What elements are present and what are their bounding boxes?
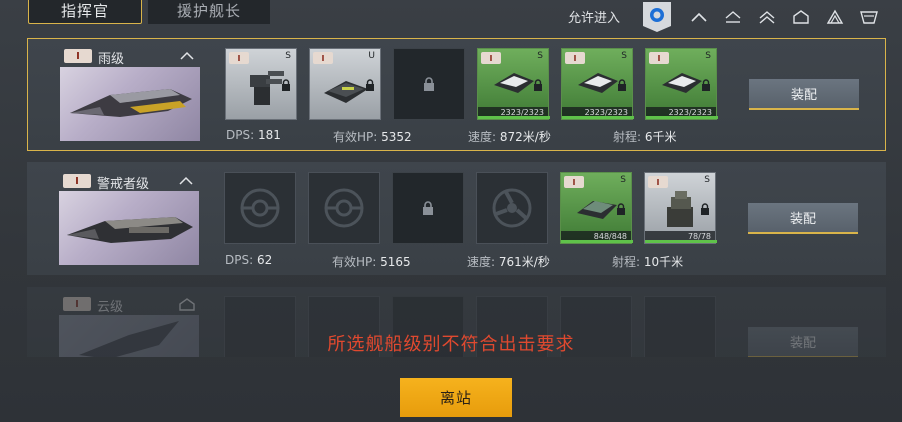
hp-bar: [561, 240, 633, 243]
equipment-slot[interactable]: I S 848/848: [560, 172, 633, 244]
empty-slot[interactable]: [476, 172, 548, 244]
aircraft-icon: [578, 73, 618, 93]
lock-icon: [423, 201, 433, 215]
class-battlecruiser-icon[interactable]: [791, 8, 811, 26]
lock-icon: [702, 79, 710, 91]
lock-icon: [424, 77, 434, 91]
lock-icon: [701, 203, 709, 215]
filter-badge[interactable]: [643, 2, 671, 32]
chevron-up-icon[interactable]: [180, 51, 194, 61]
hp-bar: [646, 116, 718, 119]
slot-grade: S: [537, 51, 543, 61]
tier-badge: I: [63, 174, 91, 188]
empty-weapon-slot-icon: [324, 188, 364, 228]
lock-icon: [282, 79, 290, 91]
class-destroyer-icon[interactable]: [723, 8, 743, 26]
equipment-slot[interactable]: I S: [225, 48, 297, 120]
slot-grade: U: [368, 51, 375, 61]
ship-name: 云级: [97, 300, 124, 315]
ship-name: 雨级: [98, 52, 125, 67]
class-cruiser-icon[interactable]: [757, 8, 777, 26]
lock-icon: [366, 79, 374, 91]
stat-dps: DPS: 62: [225, 253, 273, 267]
aircraft-icon: [662, 73, 702, 93]
slot-grade: S: [704, 175, 710, 185]
stat-range: 射程: 10千米: [612, 255, 684, 269]
lock-icon: [618, 79, 626, 91]
empty-aircraft-slot-icon: [492, 188, 532, 228]
chevron-up-icon[interactable]: [179, 176, 193, 186]
slot-grade: S: [285, 51, 291, 61]
hp-bar: [478, 116, 550, 119]
stat-speed: 速度: 761米/秒: [467, 255, 550, 269]
equip-button[interactable]: 装配: [748, 203, 858, 234]
ship-image: [59, 191, 199, 265]
class-cruiser-icon: [179, 298, 195, 311]
equipment-slot[interactable]: I S 2323/2323: [645, 48, 718, 120]
ship-row-vigilant[interactable]: I 警戒者级 I S 848/848 I S 78/78 DPS: 62 有效H…: [27, 162, 886, 275]
hp-bar: [645, 240, 717, 243]
stat-range: 射程: 6千米: [613, 130, 677, 144]
locked-slot[interactable]: [392, 172, 464, 244]
tab-commander[interactable]: 指挥官: [28, 0, 142, 24]
launcher-icon: [577, 201, 617, 219]
slot-grade: S: [621, 51, 627, 61]
lock-icon: [617, 203, 625, 215]
class-battleship-icon[interactable]: [825, 8, 845, 26]
hp-bar: [562, 116, 634, 119]
class-frigate-icon[interactable]: [689, 8, 709, 26]
slot-grade: S: [705, 51, 711, 61]
stat-effective-hp: 有效HP: 5352: [333, 130, 412, 144]
ship-row-rain[interactable]: I 雨级 I S I U I S 2323/2323 I S 2323/2323…: [27, 38, 886, 151]
slot-grade: S: [620, 175, 626, 185]
equipment-slot[interactable]: I U: [309, 48, 381, 120]
module-icon: [324, 81, 368, 103]
empty-slot[interactable]: [224, 172, 296, 244]
spaceship-icon: [67, 217, 193, 243]
tier-badge: I: [63, 297, 91, 311]
equipment-slot[interactable]: I S 2323/2323: [477, 48, 550, 120]
stat-effective-hp: 有效HP: 5165: [332, 255, 411, 269]
allow-entry-label: 允许进入: [568, 11, 621, 26]
class-requirement-warning: 所选舰船级别不符合出击要求: [327, 334, 575, 355]
turret-icon: [667, 191, 693, 227]
empty-slot[interactable]: [308, 172, 380, 244]
tab-escort-captain[interactable]: 援护舰长: [148, 0, 270, 24]
equip-button[interactable]: 装配: [749, 79, 859, 110]
ship-image: [60, 67, 200, 141]
equipment-slot[interactable]: I S 2323/2323: [561, 48, 634, 120]
locked-slot[interactable]: [393, 48, 465, 120]
spaceship-icon: [70, 89, 192, 117]
target-icon: [650, 8, 664, 22]
class-carrier-icon[interactable]: [859, 8, 879, 26]
stat-dps: DPS: 181: [226, 128, 281, 142]
turret-icon: [250, 71, 284, 105]
lock-icon: [534, 79, 542, 91]
empty-weapon-slot-icon: [240, 188, 280, 228]
aircraft-icon: [494, 73, 534, 93]
equipment-slot[interactable]: I S 78/78: [644, 172, 717, 244]
stat-speed: 速度: 872米/秒: [468, 130, 551, 144]
leave-station-button[interactable]: 离站: [400, 378, 512, 417]
tier-badge: I: [64, 49, 92, 63]
ship-name: 警戒者级: [97, 177, 150, 192]
